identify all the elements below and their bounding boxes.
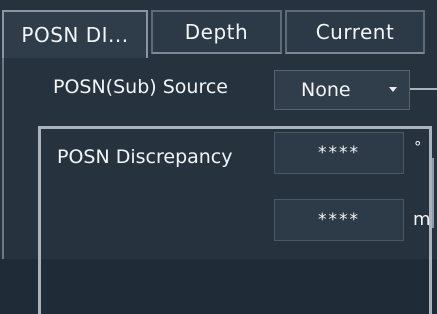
tab-current[interactable]: Current bbox=[285, 10, 425, 54]
discrepancy-angle-field[interactable]: **** bbox=[274, 132, 404, 174]
group-connector-line bbox=[432, 158, 434, 228]
caret-down-icon bbox=[389, 87, 397, 92]
posn-settings-window: POSN DI... Depth Current POSN(Sub) Sourc… bbox=[0, 0, 437, 314]
tab-posn-di[interactable]: POSN DI... bbox=[2, 10, 148, 58]
posn-discrepancy-label: POSN Discrepancy bbox=[57, 146, 233, 168]
posn-sub-source-label: POSN(Sub) Source bbox=[53, 76, 228, 98]
posn-sub-source-dropdown[interactable]: None bbox=[274, 70, 410, 110]
distance-unit-label: m bbox=[413, 209, 431, 230]
tab-depth[interactable]: Depth bbox=[151, 10, 282, 54]
posn-sub-source-value: None bbox=[301, 79, 351, 101]
tab-bar: POSN DI... Depth Current bbox=[2, 10, 426, 58]
connector-line bbox=[410, 88, 437, 90]
posn-di-panel: POSN(Sub) Source None POSN Discrepancy *… bbox=[2, 58, 437, 314]
discrepancy-distance-field[interactable]: **** bbox=[274, 199, 404, 241]
angle-unit-label: ° bbox=[414, 138, 422, 156]
